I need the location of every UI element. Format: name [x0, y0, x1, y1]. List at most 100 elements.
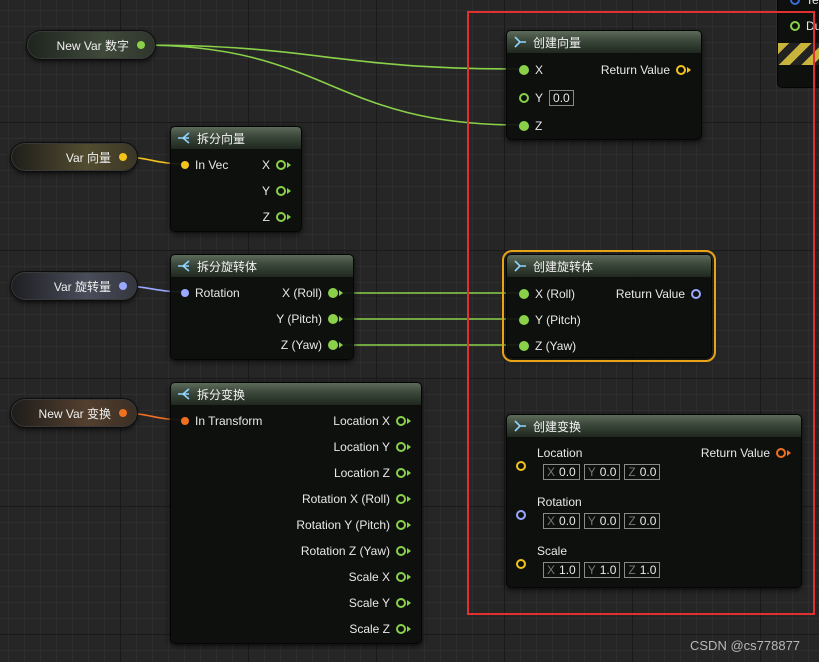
var-transform[interactable]: New Var 变换 — [10, 398, 138, 428]
var-rotator[interactable]: Var 旋转量 — [10, 271, 138, 301]
pin-label: Y (Pitch) — [535, 313, 581, 327]
pin-label: X (Roll) — [535, 287, 576, 301]
transform-pin-icon[interactable] — [119, 409, 127, 417]
transform-pin-icon[interactable] — [181, 417, 189, 425]
node-header[interactable]: 创建旋转体 — [507, 255, 711, 277]
vector-pin-icon[interactable] — [119, 153, 127, 161]
transform-pin-icon[interactable] — [776, 448, 786, 458]
var-label: New Var 变换 — [38, 406, 111, 421]
float-pin-icon[interactable] — [519, 65, 529, 75]
input-row: Y (Pitch) — [519, 311, 587, 329]
var-label: Var 旋转量 — [53, 279, 111, 294]
node-header[interactable]: 创建向量 — [507, 31, 701, 53]
float-pin-icon[interactable] — [396, 520, 406, 530]
pin-icon[interactable] — [790, 0, 800, 5]
node-header[interactable]: 拆分变换 — [171, 383, 421, 405]
node-title: 拆分变换 — [197, 387, 246, 402]
vector-pin-icon[interactable] — [516, 559, 526, 569]
break-struct-icon — [178, 388, 190, 400]
float-pin-icon[interactable] — [137, 41, 145, 49]
float-pin-icon[interactable] — [396, 546, 406, 556]
exec-arrow-icon — [407, 470, 411, 476]
rotation-y-field[interactable]: Y 0.0 — [583, 513, 621, 529]
location-x-field[interactable]: X 0.0 — [543, 464, 580, 480]
var-vector[interactable]: Var 向量 — [10, 142, 138, 172]
rotator-pin-icon[interactable] — [516, 510, 526, 520]
float-pin-icon[interactable] — [276, 160, 286, 170]
break-transform-node[interactable]: 拆分变换 In Transform Location X Location Y … — [170, 382, 422, 644]
float-pin-icon[interactable] — [396, 416, 406, 426]
scale-y-field[interactable]: Y 1.0 — [583, 562, 621, 578]
float-pin-icon[interactable] — [396, 572, 406, 582]
node-header[interactable]: 创建变换 — [507, 415, 801, 437]
break-rotator-node[interactable]: 拆分旋转体 Rotation X (Roll) Y (Pitch) Z (Yaw… — [170, 254, 354, 360]
axis-label: X — [547, 465, 556, 479]
float-pin-icon[interactable] — [519, 289, 529, 299]
location-z-field[interactable]: Z 0.0 — [624, 464, 661, 480]
pin-icon[interactable] — [790, 21, 800, 31]
pin-label: In Vec — [195, 158, 229, 172]
float-pin-icon[interactable] — [328, 314, 338, 324]
output-row: Z — [257, 208, 291, 226]
exec-arrow-icon — [407, 496, 411, 502]
float-pin-icon[interactable] — [519, 315, 529, 325]
scale-z-field[interactable]: Z 1.0 — [624, 562, 661, 578]
rotation-x-field[interactable]: X 0.0 — [543, 513, 580, 529]
vector-pin-icon[interactable] — [181, 161, 189, 169]
rotator-pin-icon[interactable] — [181, 289, 189, 297]
rotation-pin-row — [516, 506, 526, 524]
output-row: Scale Z — [343, 620, 411, 638]
float-pin-icon[interactable] — [396, 494, 406, 504]
float-pin-icon[interactable] — [519, 121, 529, 131]
axis-label: Y — [587, 514, 596, 528]
input-row: X (Roll) — [519, 285, 581, 303]
node-header[interactable]: 拆分旋转体 — [171, 255, 353, 277]
node-title: 拆分向量 — [197, 131, 246, 146]
float-pin-icon[interactable] — [396, 468, 406, 478]
break-vector-node[interactable]: 拆分向量 In Vec X Y Z — [170, 126, 302, 232]
rotator-pin-icon[interactable] — [691, 289, 701, 299]
pin-label: Scale Y — [348, 596, 390, 610]
exec-arrow-icon — [687, 67, 691, 73]
exec-arrow-icon — [787, 450, 791, 456]
float-pin-icon[interactable] — [276, 212, 286, 222]
location-y-field[interactable]: Y 0.0 — [583, 464, 621, 480]
float-pin-icon[interactable] — [519, 341, 529, 351]
vector-pin-icon[interactable] — [676, 65, 686, 75]
exec-arrow-icon — [339, 316, 343, 322]
float-pin-icon[interactable] — [396, 624, 406, 634]
vector-pin-icon[interactable] — [516, 461, 526, 471]
group-label-row: Location — [537, 444, 582, 462]
node-header[interactable]: 拆分向量 — [171, 127, 301, 149]
output-row: Return Value — [595, 61, 691, 79]
float-pin-icon[interactable] — [519, 93, 529, 103]
exec-arrow-icon — [287, 214, 291, 220]
float-pin-icon[interactable] — [328, 340, 338, 350]
field-value: 0.0 — [639, 465, 657, 479]
pin-label: Return Value — [615, 287, 685, 301]
y-value-field[interactable]: 0.0 — [549, 90, 574, 106]
group-label-row: Scale — [537, 542, 567, 560]
rotation-z-field[interactable]: Z 0.0 — [624, 513, 661, 529]
pin-label: Scale — [537, 544, 568, 558]
pin-label: Rotation Y (Pitch) — [296, 518, 390, 532]
float-pin-icon[interactable] — [276, 186, 286, 196]
float-pin-icon[interactable] — [328, 288, 338, 298]
float-pin-icon[interactable] — [396, 598, 406, 608]
field-value: 0.0 — [559, 465, 576, 479]
pin-label: Rotation Z (Yaw) — [300, 544, 390, 558]
wire-number-to-x — [138, 44, 521, 70]
float-pin-icon[interactable] — [396, 442, 406, 452]
exec-arrow-icon — [407, 418, 411, 424]
scale-x-field[interactable]: X 1.0 — [543, 562, 580, 578]
make-transform-node[interactable]: 创建变换 Return Value Location X 0.0 Y 0.0 Z 0.… — [506, 414, 802, 588]
break-struct-icon — [178, 132, 190, 144]
rotator-pin-icon[interactable] — [119, 282, 127, 290]
offscreen-node[interactable]: Te Du — [777, 0, 819, 88]
pin-label: Scale Z — [349, 622, 390, 636]
make-vector-node[interactable]: 创建向量 X Y 0.0 Z Return Value — [506, 30, 702, 140]
var-number[interactable]: New Var 数字 — [26, 30, 156, 60]
axis-label: Z — [628, 465, 636, 479]
scale-pin-row — [516, 555, 526, 573]
make-rotator-node[interactable]: 创建旋转体 X (Roll) Y (Pitch) Z (Yaw) Return … — [502, 250, 716, 362]
